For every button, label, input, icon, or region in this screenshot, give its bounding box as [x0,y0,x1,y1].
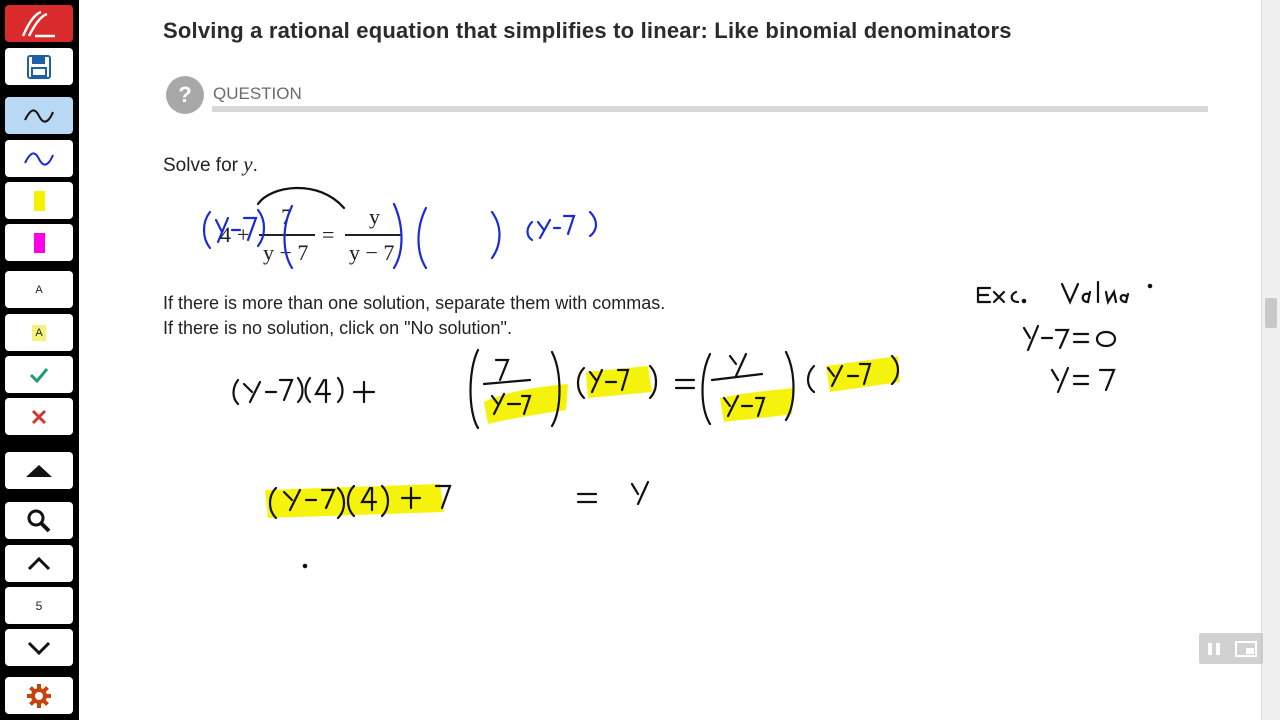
text-highlight-icon[interactable]: A [5,314,73,351]
eq-const: 4 [220,222,231,247]
page-title: Solving a rational equation that simplif… [163,18,1012,43]
video-controls[interactable] [1199,633,1263,664]
highlighter-yellow-icon[interactable] [5,182,73,219]
pause-icon[interactable] [1205,642,1223,656]
highlighter-magenta-icon[interactable] [5,224,73,261]
eq-plus: + [237,222,250,247]
question-circle-icon: ? [166,76,204,114]
problem-prompt: Solve for y. [163,152,258,176]
eraser-icon[interactable] [5,452,73,489]
divider [212,106,1208,112]
check-icon[interactable] [5,356,73,393]
prompt-text: Solve for [163,155,238,176]
highlight-marks [265,356,900,518]
instruction-line-1: If there is more than one solution, sepa… [163,293,666,313]
page-up-icon[interactable] [5,545,73,582]
eq-num-left: 7 [281,204,292,229]
eq-equals: = [322,222,335,247]
search-icon[interactable] [5,502,73,539]
delete-icon[interactable] [5,398,73,435]
save-icon[interactable] [5,48,73,85]
document-page: Solving a rational equation that simplif… [79,0,1261,720]
question-label: QUESTION [213,84,302,103]
prompt-variable: y [243,152,253,176]
picture-in-picture-icon[interactable] [1235,640,1257,657]
fraction-bar-left [259,234,315,236]
page-number: 5 [5,587,73,624]
settings-gear-icon[interactable] [5,677,73,714]
pen-black-icon[interactable] [5,97,73,134]
pen-blue-icon[interactable] [5,140,73,177]
eq-num-right: y [369,204,380,229]
app-logo-icon[interactable] [5,5,73,42]
vertical-scrollbar[interactable] [1261,0,1280,720]
fraction-bar-right [345,234,401,236]
text-tool-icon[interactable]: A [5,271,73,308]
page-down-icon[interactable] [5,629,73,666]
eq-den-right: y − 7 [349,240,395,265]
scrollbar-thumb[interactable] [1265,298,1277,328]
eq-den-left: y − 7 [263,240,309,265]
annotation-toolbar: A A 5 [0,0,77,720]
instruction-line-2: If there is no solution, click on "No so… [163,318,512,338]
